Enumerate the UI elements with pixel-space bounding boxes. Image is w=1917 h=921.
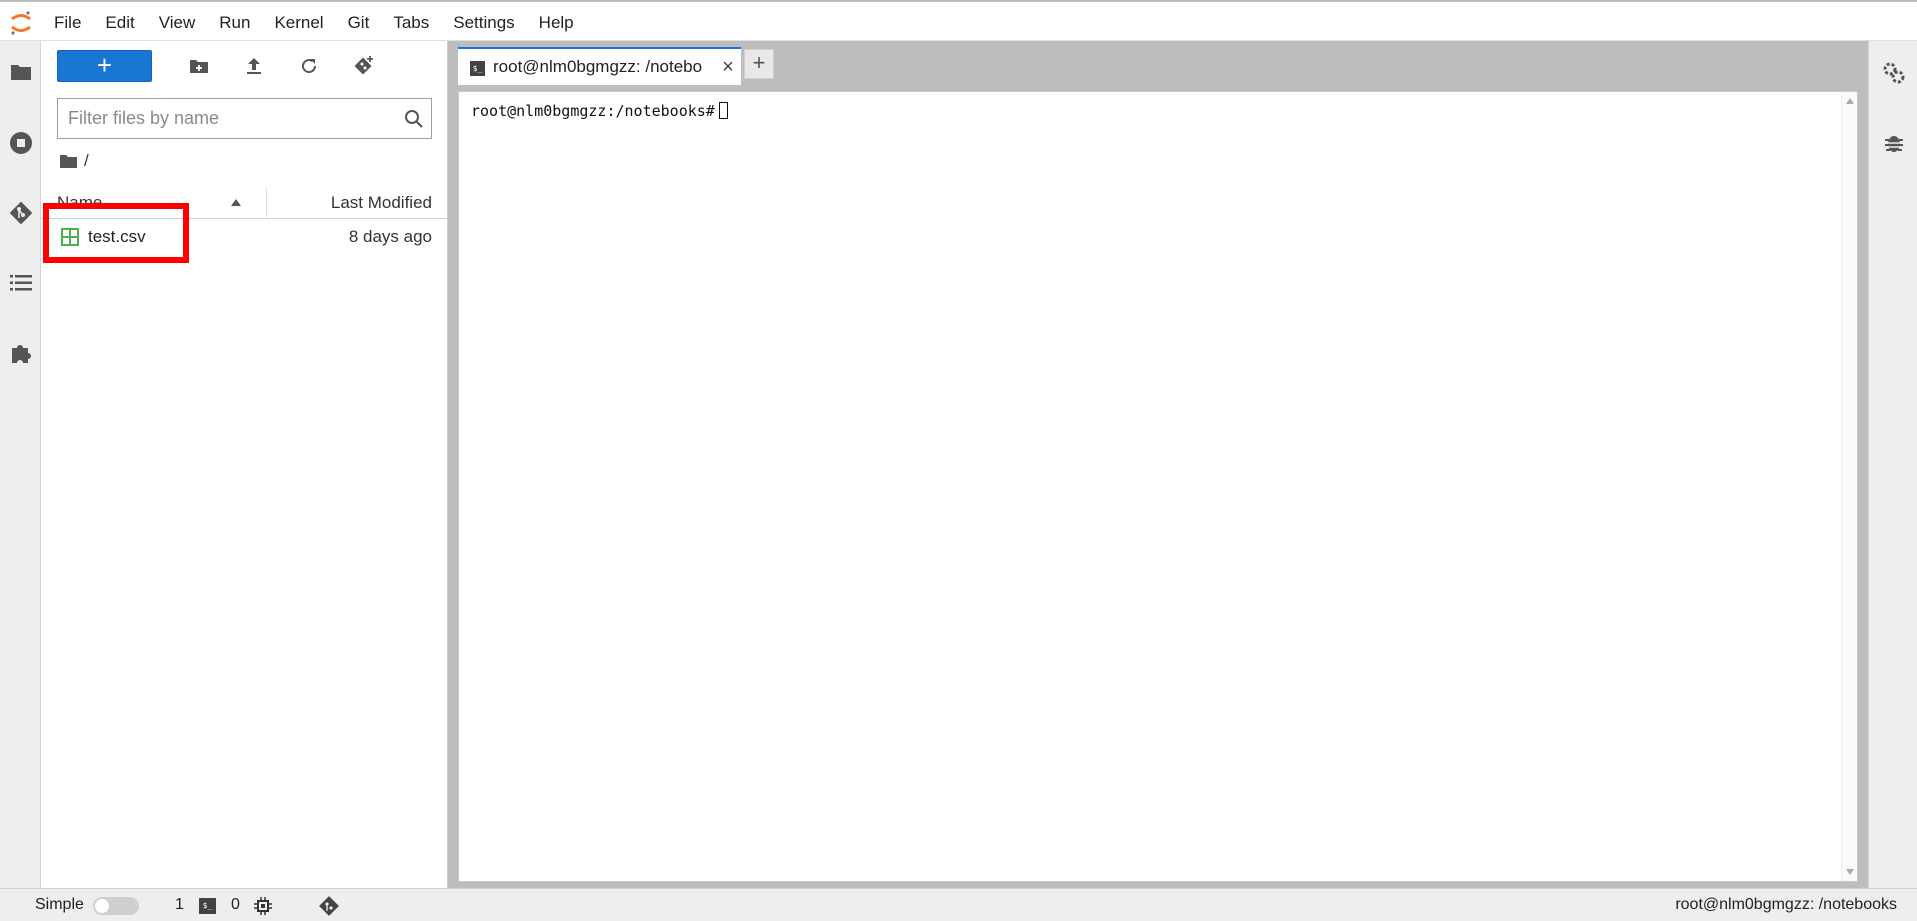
git-icon[interactable] xyxy=(0,193,41,233)
property-inspector-icon[interactable] xyxy=(1873,53,1914,93)
terminal-scrollbar[interactable] xyxy=(1841,92,1857,881)
menu-view[interactable]: View xyxy=(147,2,208,43)
highlight-box xyxy=(43,203,189,263)
column-last-modified[interactable]: Last Modified xyxy=(331,187,432,219)
menu-file[interactable]: File xyxy=(42,2,93,43)
tab-bar: $_ root@nlm0bgmgzz: /notebo × + xyxy=(448,41,1868,85)
breadcrumb-path[interactable]: / xyxy=(84,151,89,171)
terminal-icon: $_ xyxy=(470,61,485,76)
simple-mode-toggle[interactable] xyxy=(93,897,139,915)
git-clone-icon[interactable] xyxy=(346,50,382,82)
extension-icon[interactable] xyxy=(0,333,41,373)
new-folder-icon[interactable] xyxy=(181,50,217,82)
status-right-text: root@nlm0bgmgzz: /notebooks xyxy=(1675,896,1897,913)
git-status-icon[interactable] xyxy=(318,895,340,917)
upload-icon[interactable] xyxy=(236,50,272,82)
menu-bar: File Edit View Run Kernel Git Tabs Setti… xyxy=(0,0,1917,41)
main-dock-area: $_ root@nlm0bgmgzz: /notebo × + root@nlm… xyxy=(448,41,1868,888)
terminal-count[interactable]: 0 xyxy=(231,889,240,921)
terminal-icon[interactable]: $_ xyxy=(199,898,216,914)
scroll-down-icon[interactable] xyxy=(1846,869,1854,875)
terminal-panel[interactable]: root@nlm0bgmgzz:/notebooks# xyxy=(458,91,1858,882)
terminal-line: root@nlm0bgmgzz:/notebooks# xyxy=(471,102,728,120)
folder-icon[interactable] xyxy=(0,52,41,92)
breadcrumb: / xyxy=(59,148,89,174)
search-icon xyxy=(405,110,423,128)
right-sidebar xyxy=(1868,41,1917,888)
jupyter-logo-icon xyxy=(11,11,31,35)
menu-git[interactable]: Git xyxy=(336,2,382,43)
refresh-icon[interactable] xyxy=(291,50,327,82)
close-icon[interactable]: × xyxy=(718,49,738,85)
scroll-up-icon[interactable] xyxy=(1846,98,1854,104)
menu-items: File Edit View Run Kernel Git Tabs Setti… xyxy=(42,2,586,43)
add-tab-button[interactable]: + xyxy=(744,49,774,79)
menu-kernel[interactable]: Kernel xyxy=(262,2,335,43)
simple-mode-label: Simple xyxy=(35,896,84,913)
file-browser: + / Name Last Modified test.csv 8 xyxy=(41,41,448,888)
toggle-knob xyxy=(95,899,109,913)
filter-files-input[interactable] xyxy=(68,99,388,138)
left-sidebar xyxy=(0,41,41,888)
cpu-icon[interactable] xyxy=(254,897,272,915)
file-browser-toolbar: + xyxy=(41,41,448,91)
status-bar: Simple 1 $_ 0 root@nlm0bgmgzz: /notebook… xyxy=(0,888,1917,921)
sort-ascending-icon xyxy=(231,199,241,206)
running-sessions-icon[interactable] xyxy=(0,123,41,163)
filter-files-field xyxy=(57,98,432,139)
menu-edit[interactable]: Edit xyxy=(93,2,146,43)
terminal-cursor xyxy=(718,102,728,119)
menu-help[interactable]: Help xyxy=(527,2,586,43)
breadcrumb-folder-icon[interactable] xyxy=(59,153,78,169)
terminal-prompt: root@nlm0bgmgzz:/notebooks# xyxy=(471,102,715,120)
menu-settings[interactable]: Settings xyxy=(441,2,526,43)
menu-run[interactable]: Run xyxy=(207,2,262,43)
menu-tabs[interactable]: Tabs xyxy=(381,2,441,43)
new-launcher-button[interactable]: + xyxy=(57,50,152,82)
tab-label: root@nlm0bgmgzz: /notebo xyxy=(493,57,703,76)
tab-terminal[interactable]: $_ root@nlm0bgmgzz: /notebo × xyxy=(458,47,741,85)
debugger-icon[interactable] xyxy=(1873,123,1914,163)
kernel-count[interactable]: 1 xyxy=(175,889,184,921)
table-of-contents-icon[interactable] xyxy=(0,263,41,303)
file-last-modified: 8 days ago xyxy=(348,227,432,246)
